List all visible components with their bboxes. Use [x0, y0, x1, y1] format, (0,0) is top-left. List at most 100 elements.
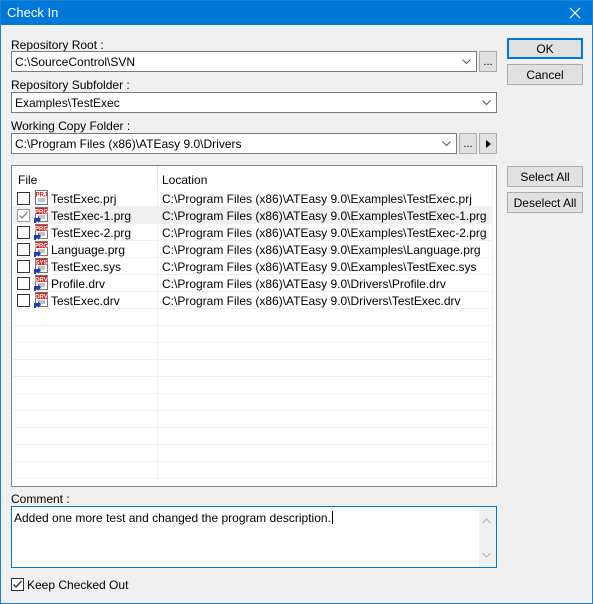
- empty-row: [12, 394, 492, 411]
- checkmark-icon: [13, 580, 22, 588]
- column-separator: [157, 258, 158, 275]
- file-name: Profile.drv: [51, 277, 106, 291]
- file-row[interactable]: SYS TestExec.sys C:\Program Files (x86)\AT…: [12, 258, 492, 275]
- file-rows: PRJ TestExec.prj C:\Program Files (x86)\AT…: [12, 190, 492, 479]
- empty-row: [12, 428, 492, 445]
- file-row[interactable]: DRV TestExec.drv C:\Program Files (x86)\AT…: [12, 292, 492, 309]
- list-header: File Location: [12, 166, 496, 190]
- column-separator: [157, 241, 158, 258]
- column-separator: [157, 445, 158, 462]
- file-name: TestExec.sys: [51, 260, 122, 274]
- prg-file-icon: PRG: [33, 224, 49, 240]
- file-checkbox[interactable]: [17, 277, 30, 290]
- working-copy-browse-button[interactable]: ...: [459, 133, 477, 154]
- file-checkbox[interactable]: [17, 294, 30, 307]
- close-button[interactable]: [558, 1, 592, 25]
- file-location: C:\Program Files (x86)\ATEasy 9.0\Exampl…: [162, 192, 472, 206]
- comment-scrollbar[interactable]: [479, 507, 496, 567]
- file-row[interactable]: PRJ TestExec.prj C:\Program Files (x86)\AT…: [12, 190, 492, 207]
- column-header-location[interactable]: Location: [162, 173, 207, 187]
- column-divider[interactable]: [157, 166, 158, 190]
- column-separator: [157, 326, 158, 343]
- chevron-down-icon[interactable]: [439, 136, 454, 151]
- empty-row: [12, 462, 492, 479]
- dialog-title: Check In: [7, 5, 59, 20]
- column-separator: [157, 394, 158, 411]
- column-separator: [157, 275, 158, 292]
- prj-file-icon: PRJ: [33, 190, 49, 206]
- column-separator: [157, 360, 158, 377]
- file-location: C:\Program Files (x86)\ATEasy 9.0\Exampl…: [162, 243, 481, 257]
- column-header-file[interactable]: File: [18, 173, 37, 187]
- svg-text:PRJ: PRJ: [36, 193, 48, 199]
- working-copy-folder-combo[interactable]: C:\Program Files (x86)\ATEasy 9.0\Driver…: [11, 133, 457, 154]
- svg-text:PRG: PRG: [35, 227, 48, 233]
- file-location: C:\Program Files (x86)\ATEasy 9.0\Exampl…: [162, 209, 487, 223]
- file-checkbox[interactable]: [17, 260, 30, 273]
- svg-text:SYS: SYS: [35, 261, 47, 267]
- file-row[interactable]: PRG TestExec-1.prg C:\Program Files (x86)\…: [12, 207, 492, 224]
- column-separator: [157, 377, 158, 394]
- working-copy-folder-label: Working Copy Folder :: [11, 119, 131, 133]
- svg-text:PRG: PRG: [35, 244, 48, 250]
- file-checkbox[interactable]: [17, 209, 30, 222]
- list-right-border: [492, 166, 493, 486]
- empty-row: [12, 309, 492, 326]
- repository-root-combo[interactable]: C:\SourceControl\SVN: [11, 51, 477, 72]
- triangle-right-icon: [485, 139, 491, 148]
- chevron-down-icon[interactable]: [459, 54, 474, 69]
- chevron-down-icon[interactable]: [479, 95, 494, 110]
- file-location: C:\Program Files (x86)\ATEasy 9.0\Driver…: [162, 294, 461, 308]
- column-separator: [157, 292, 158, 309]
- text-caret: [331, 511, 333, 524]
- file-list[interactable]: File Location PRJ TestExec.prj C:\Program …: [11, 165, 497, 487]
- column-separator: [157, 309, 158, 326]
- file-name: Language.prg: [51, 243, 126, 257]
- select-all-button[interactable]: Select All: [507, 166, 583, 187]
- column-separator: [157, 428, 158, 445]
- repository-root-browse-button[interactable]: ...: [479, 51, 497, 72]
- deselect-all-button[interactable]: Deselect All: [507, 192, 583, 213]
- repository-subfolder-label: Repository Subfolder :: [11, 78, 130, 92]
- file-name: TestExec.drv: [51, 294, 120, 308]
- checkmark-icon: [19, 211, 28, 219]
- check-in-dialog: Check In Repository Root : C:\SourceCont…: [0, 0, 593, 604]
- file-location: C:\Program Files (x86)\ATEasy 9.0\Exampl…: [162, 260, 477, 274]
- comment-label: Comment :: [11, 492, 70, 506]
- ok-button[interactable]: OK: [507, 38, 583, 59]
- file-row[interactable]: PRG Language.prg C:\Program Files (x86)\AT…: [12, 241, 492, 258]
- close-icon: [569, 7, 581, 19]
- repository-subfolder-combo[interactable]: Examples\TestExec: [11, 92, 497, 113]
- keep-checked-out-label: Keep Checked Out: [27, 578, 129, 592]
- empty-row: [12, 377, 492, 394]
- empty-row: [12, 343, 492, 360]
- empty-row: [12, 326, 492, 343]
- scroll-up-icon[interactable]: [482, 513, 491, 527]
- title-bar: Check In: [1, 1, 592, 25]
- scroll-down-icon[interactable]: [482, 547, 491, 561]
- file-checkbox[interactable]: [17, 192, 30, 205]
- repository-root-label: Repository Root :: [11, 38, 104, 52]
- comment-value: Added one more test and changed the prog…: [14, 511, 331, 525]
- cancel-button[interactable]: Cancel: [507, 64, 583, 85]
- repository-root-value: C:\SourceControl\SVN: [15, 55, 136, 69]
- drv-file-icon: DRV: [33, 275, 49, 291]
- file-name: TestExec-1.prg: [51, 209, 132, 223]
- column-separator: [157, 224, 158, 241]
- comment-textarea[interactable]: Added one more test and changed the prog…: [11, 506, 497, 568]
- file-checkbox[interactable]: [17, 243, 30, 256]
- comment-text-wrap: Added one more test and changed the prog…: [14, 511, 333, 525]
- prg-file-icon: PRG: [33, 207, 49, 223]
- column-separator: [157, 207, 158, 224]
- svg-text:DRV: DRV: [35, 278, 48, 284]
- file-name: TestExec.prj: [51, 192, 117, 206]
- prg-file-icon: PRG: [33, 241, 49, 257]
- keep-checked-out-checkbox[interactable]: [11, 578, 24, 591]
- working-copy-menu-button[interactable]: [479, 133, 497, 154]
- file-row[interactable]: PRG TestExec-2.prg C:\Program Files (x86)\…: [12, 224, 492, 241]
- file-row[interactable]: DRV Profile.drv C:\Program Files (x86)\ATE…: [12, 275, 492, 292]
- file-name: TestExec-2.prg: [51, 226, 132, 240]
- file-checkbox[interactable]: [17, 226, 30, 239]
- repository-subfolder-value: Examples\TestExec: [15, 96, 120, 110]
- empty-row: [12, 360, 492, 377]
